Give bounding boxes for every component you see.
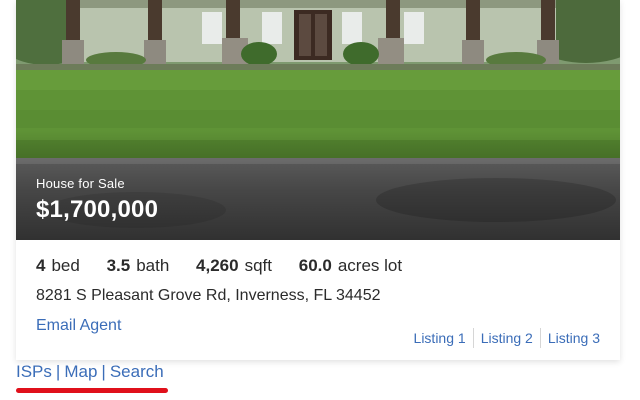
footer-link-search[interactable]: Search — [110, 362, 164, 381]
house-photo[interactable]: House for Sale $1,700,000 — [16, 0, 620, 240]
stat-sqft: 4,260 sqft — [196, 256, 272, 275]
property-address: 8281 S Pleasant Grove Rd, Inverness, FL … — [36, 287, 381, 304]
stat-baths: 3.5 bath — [107, 256, 170, 275]
listing-card[interactable]: House for Sale $1,700,000 4 bed 3.5 bath 4… — [16, 0, 620, 360]
annotation-underline — [16, 388, 168, 393]
stat-sqft-value: 4,260 — [196, 256, 239, 275]
sale-type-label: House for Sale — [36, 176, 125, 191]
stat-sqft-unit: sqft — [244, 256, 272, 275]
listing-price: $1,700,000 — [36, 196, 159, 223]
footer-link-map[interactable]: Map — [64, 362, 97, 381]
stat-beds-value: 4 — [36, 256, 46, 275]
listing-links: Listing 1 Listing 2 Listing 3 — [407, 328, 600, 348]
listing-link-1[interactable]: Listing 1 — [407, 328, 473, 348]
footer-separator: | — [101, 362, 106, 381]
stat-beds-unit: bed — [51, 256, 80, 275]
page: House for Sale $1,700,000 4 bed 3.5 bath 4… — [0, 0, 640, 400]
listing-link-3[interactable]: Listing 3 — [539, 328, 600, 348]
listing-link-2[interactable]: Listing 2 — [472, 328, 540, 348]
footer-link-isps[interactable]: ISPs — [16, 362, 52, 381]
stat-baths-value: 3.5 — [106, 256, 131, 275]
footer-separator: | — [55, 362, 61, 381]
stat-lot-value: 60.0 — [298, 256, 332, 275]
stat-baths-unit: bath — [136, 256, 170, 275]
stat-lot-unit: acres lot — [337, 256, 403, 275]
stat-beds: 4 bed — [36, 256, 80, 275]
email-agent-link[interactable]: Email Agent — [36, 317, 121, 335]
property-stats: 4 bed 3.5 bath 4,260 sqft 60.0 acres lot — [36, 256, 424, 276]
footer-links: ISPs | Map | Search — [16, 362, 164, 382]
stat-lot: 60.0 acres lot — [299, 256, 402, 275]
